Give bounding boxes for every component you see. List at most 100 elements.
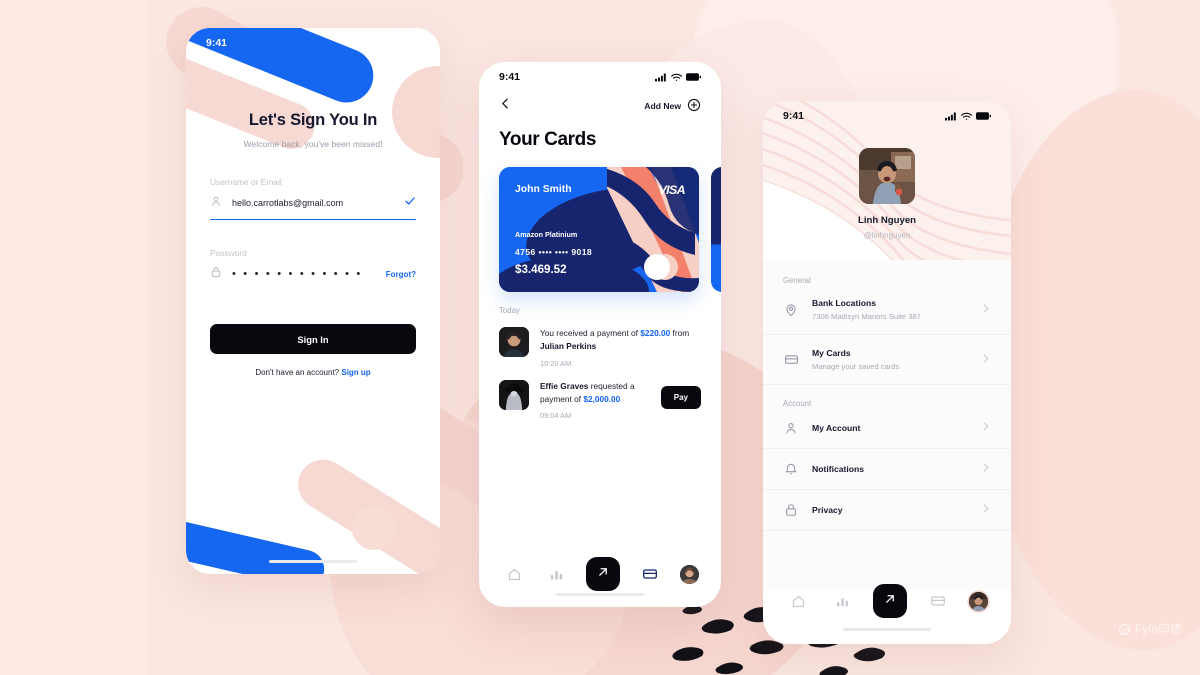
chevron-right-icon <box>980 353 991 367</box>
settings-row-title: My Cards <box>812 348 851 358</box>
forgot-password-link[interactable]: Forgot? <box>386 270 416 279</box>
signup-prompt-text: Don't have an account? <box>255 368 340 378</box>
username-field-row[interactable]: hello.carrotlabs@gmail.com <box>210 187 416 219</box>
status-time: 9:41 <box>499 71 521 83</box>
transaction-body: Effie Graves requested a payment of $2,0… <box>540 380 650 421</box>
visa-logo: VISA <box>658 183 685 197</box>
status-bar: 9:41 <box>479 62 721 85</box>
page-title: Let's Sign You In <box>248 111 378 129</box>
chevron-right-icon <box>980 421 991 435</box>
bottom-tab-bar <box>479 557 721 591</box>
check-icon <box>404 194 416 212</box>
transaction-row[interactable]: Effie Graves requested a payment of $2,0… <box>479 368 721 421</box>
tab-stats[interactable] <box>544 561 570 587</box>
profile-name: Linh Nguyen <box>857 215 917 226</box>
pay-button[interactable]: Pay <box>660 385 701 409</box>
settings-row-text: Bank Locations 7306 Madisyn Manors Suite… <box>812 298 967 321</box>
transactions-section-label: Today <box>499 306 520 315</box>
settings-row-notifications[interactable]: Notifications <box>763 449 1011 490</box>
card-plan-name: Amazon Platinium <box>515 230 578 239</box>
password-field-row[interactable]: • • • • • • • • • • • • Forgot? <box>210 258 416 290</box>
transaction-body: You received a payment of $220.00 from J… <box>540 327 701 368</box>
transaction-middle: from <box>670 328 690 338</box>
status-time: 9:41 <box>783 110 805 122</box>
settings-row-subtitle: 7306 Madisyn Manors Suite 387 <box>812 312 921 321</box>
transaction-amount: $2,000.00 <box>583 393 621 404</box>
chevron-right-icon <box>980 503 991 517</box>
card-carousel[interactable]: John Smith VISA Amazon Platinium 4756 ••… <box>479 167 721 292</box>
signup-link[interactable]: Sign up <box>341 368 370 377</box>
settings-row-privacy[interactable]: Privacy <box>763 490 1011 531</box>
settings-row-my-cards[interactable]: My Cards Manage your saved cards <box>763 335 1011 385</box>
transaction-amount: $220.00 <box>640 328 671 338</box>
user-icon <box>783 421 799 435</box>
cards-top-nav: Add New <box>479 85 721 115</box>
decor-blue-bar-bottom <box>186 514 328 574</box>
tab-cards[interactable] <box>925 588 951 614</box>
tab-home[interactable] <box>786 588 812 614</box>
tab-send-fab[interactable] <box>873 584 908 618</box>
chevron-right-icon <box>980 462 991 476</box>
transaction-row[interactable]: You received a payment of $220.00 from J… <box>479 315 721 368</box>
status-icons <box>655 73 701 82</box>
page-title: Your Cards <box>499 129 597 150</box>
lock-icon <box>210 265 222 283</box>
page-subtitle: Welcome back, you've been missed! <box>243 139 383 149</box>
settings-row-text: Notifications <box>812 464 967 474</box>
status-bar: 9:41 <box>763 101 1011 124</box>
tab-home[interactable] <box>501 561 527 587</box>
password-field-label: Password <box>210 248 247 259</box>
settings-row-my-account[interactable]: My Account <box>763 408 1011 449</box>
avatar <box>499 379 529 410</box>
battery-icon <box>686 73 701 81</box>
section-label-account: Account <box>783 399 812 408</box>
card-balance: $3.469.52 <box>515 263 567 276</box>
settings-row-bank-locations[interactable]: Bank Locations 7306 Madisyn Manors Suite… <box>763 285 1011 335</box>
decor-pink-circle-bottom <box>352 506 396 550</box>
wifi-icon <box>671 73 682 81</box>
section-label-general: General <box>783 276 811 285</box>
signin-button[interactable]: Sign In <box>210 324 416 355</box>
card-decor-stripes <box>607 167 699 292</box>
settings-row-title: My Account <box>812 423 861 433</box>
username-field-label: Username or Email <box>210 177 282 187</box>
profile-avatar[interactable] <box>859 148 915 204</box>
arrow-up-right-icon <box>596 565 610 584</box>
home-indicator <box>269 560 357 563</box>
tab-profile-avatar[interactable] <box>679 564 699 584</box>
tab-send-fab[interactable] <box>586 557 621 591</box>
phone-profile-screen: 9:41 Linh Nguyen @linhnguyen General Ban… <box>763 101 1011 644</box>
watermark-text: Fyin印迹 <box>1134 624 1182 636</box>
background-left-strip <box>0 0 148 675</box>
settings-row-text: My Cards Manage your saved cards <box>812 348 967 371</box>
password-input[interactable]: • • • • • • • • • • • • <box>232 268 376 280</box>
phone-cards-screen: 9:41 Add New Your Cards John Smith VISA … <box>479 62 721 607</box>
home-indicator <box>556 593 644 596</box>
watermark: Fyin印迹 <box>1118 621 1182 637</box>
transaction-text: Effie Graves requested a payment of $2,0… <box>540 380 650 406</box>
add-new-button[interactable]: Add New <box>644 98 701 114</box>
settings-row-subtitle: Manage your saved cards <box>812 362 900 371</box>
card-number: 4756 •••• •••• 9018 <box>515 247 593 257</box>
user-icon <box>210 194 222 212</box>
phone-signin-screen: 9:41 Let's Sign You In Welcome back, you… <box>186 28 440 574</box>
avatar <box>499 327 529 357</box>
credit-card-icon <box>783 352 799 367</box>
tab-cards[interactable] <box>637 561 663 587</box>
map-pin-icon <box>783 303 799 317</box>
settings-panel: General Bank Locations 7306 Madisyn Mano… <box>763 260 1011 590</box>
settings-row-text: My Account <box>812 423 967 433</box>
credit-card-primary[interactable]: John Smith VISA Amazon Platinium 4756 ••… <box>499 167 699 292</box>
bell-icon <box>783 462 799 476</box>
settings-row-text: Privacy <box>812 505 967 515</box>
status-icons <box>945 112 991 121</box>
username-input[interactable]: hello.carrotlabs@gmail.com <box>232 198 394 208</box>
chevron-right-icon <box>980 303 991 317</box>
chevron-left-icon[interactable] <box>499 97 512 115</box>
signup-prompt: Don't have an account? Sign up <box>210 368 416 377</box>
add-new-label: Add New <box>644 101 681 111</box>
transaction-text: You received a payment of $220.00 from J… <box>540 327 701 353</box>
tab-profile-avatar[interactable] <box>969 591 989 611</box>
tab-stats[interactable] <box>830 588 856 614</box>
credit-card-next[interactable] <box>711 167 721 292</box>
